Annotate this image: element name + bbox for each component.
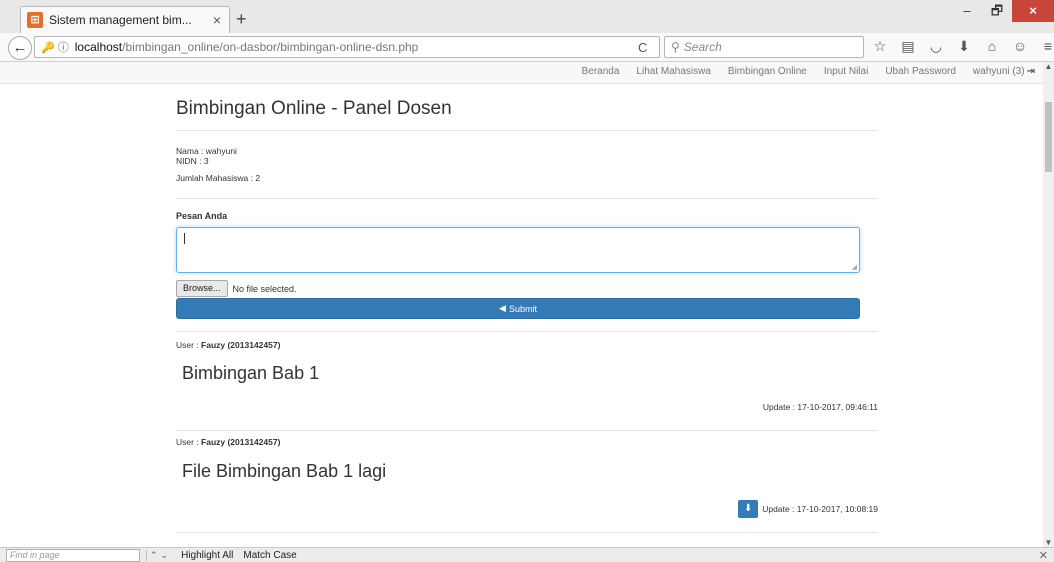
nav-user[interactable]: wahyuni (3) [973,66,1025,77]
post-user-name: Fauzy (2013142457) [201,340,281,350]
post-footer: ⬇ Update : 17-10-2017, 10:08:19 [738,500,878,518]
post-user-prefix: User : [176,437,202,447]
send-icon: ◀ [499,303,506,313]
url-bar[interactable]: 🔑 ⓘ localhost/bimbingan_online/on-dasbor… [34,36,660,58]
page-scrollbar[interactable]: ▲ ▼ [1043,62,1054,547]
pocket-icon[interactable]: ◡ [928,38,944,55]
post-title: Bimbingan Bab 1 [182,363,320,383]
scroll-up-icon[interactable]: ▲ [1043,62,1054,71]
tab-title: Sistem management bim... [49,13,192,27]
browser-navbar: ← 🔑 ⓘ localhost/bimbingan_online/on-dasb… [0,33,1054,62]
account-icon[interactable]: ☺ [1012,38,1028,55]
lecturer-name: Nama : wahyuni [176,146,237,156]
scroll-thumb[interactable] [1045,102,1052,172]
page-viewport: Beranda Lihat Mahasiswa Bimbingan Online… [0,62,1043,547]
post-user-prefix: User : [176,340,202,350]
post-user-name: Fauzy (2013142457) [201,437,281,447]
download-attachment-icon[interactable]: ⬇ [738,500,759,518]
post-footer: Update : 17-10-2017, 09:46:11 [763,402,878,412]
search-input[interactable]: ⚲ Search [664,36,864,58]
divider [176,198,878,199]
browser-tabbar: ⊞ Sistem management bim... × + – 🗗 × [0,0,1054,33]
browser-tab[interactable]: ⊞ Sistem management bim... × [20,6,230,33]
site-navbar: Beranda Lihat Mahasiswa Bimbingan Online… [0,62,1043,84]
text-caret [184,233,185,244]
divider [176,532,878,533]
nav-lihat-mahasiswa[interactable]: Lihat Mahasiswa [636,66,710,77]
find-prev-next-icon[interactable]: ⌃⌄ [146,549,171,561]
divider [176,130,878,131]
site-favicon-icon: ⊞ [27,12,43,28]
submit-label: Submit [508,303,537,314]
message-textarea[interactable]: ◢ [176,227,860,273]
browser-toolbar: ☆ ▤ ◡ ⬇ ⌂ ☺ ≡ [872,38,1054,55]
match-case-option[interactable]: Match Case [243,550,296,561]
post-update-time: Update : 17-10-2017, 10:08:19 [762,504,878,514]
divider [176,430,878,431]
find-close-icon[interactable]: ✕ [1039,549,1048,562]
restore-button[interactable]: 🗗 [982,0,1012,22]
new-tab-button[interactable]: + [236,9,247,30]
home-icon[interactable]: ⌂ [984,38,1000,55]
nav-beranda[interactable]: Beranda [582,66,620,77]
window-close-button[interactable]: × [1012,0,1054,22]
post-update-time: Update : 17-10-2017, 09:46:11 [762,402,878,412]
reload-icon[interactable]: C [638,40,647,55]
find-input[interactable]: Find in page [6,548,140,562]
post-title: File Bimbingan Bab 1 lagi [182,461,387,481]
find-bar: Find in page ⌃⌄ Highlight All Match Case… [0,547,1054,562]
reading-list-icon[interactable]: ▤ [900,38,916,55]
search-icon: ⚲ [671,40,680,54]
site-info-icon[interactable]: 🔑 ⓘ [41,39,69,55]
file-input: Browse... No file selected. [176,280,297,297]
student-count: Jumlah Mahasiswa : 2 [176,173,261,183]
page-title: Bimbingan Online - Panel Dosen [176,98,452,119]
lecturer-nidn: NIDN : 3 [176,156,209,166]
download-icon[interactable]: ⬇ [956,38,972,55]
nav-bimbingan-online[interactable]: Bimbingan Online [728,66,807,77]
scroll-down-icon[interactable]: ▼ [1043,538,1054,547]
logout-icon[interactable]: ⇥ [1027,66,1035,77]
nav-input-nilai[interactable]: Input Nilai [824,66,868,77]
divider [176,331,878,332]
submit-button[interactable]: ◀ Submit [176,298,860,319]
post-user: User : Fauzy (2013142457) [176,340,280,350]
tab-close-icon[interactable]: × [213,12,221,28]
post-user: User : Fauzy (2013142457) [176,437,280,447]
url-path: /bimbingan_online/on-dasbor/bimbingan-on… [122,40,419,54]
message-label: Pesan Anda [176,211,228,221]
search-placeholder: Search [683,40,722,54]
back-arrow-icon[interactable]: ← [8,36,32,60]
window-controls: – 🗗 × [952,0,1054,24]
url-host: localhost [74,40,123,54]
nav-ubah-password[interactable]: Ubah Password [885,66,956,77]
resize-grip-icon[interactable]: ◢ [852,263,857,271]
highlight-all-option[interactable]: Highlight All [181,550,233,561]
file-status: No file selected. [232,283,297,294]
menu-icon[interactable]: ≡ [1040,38,1054,55]
minimize-button[interactable]: – [952,0,982,22]
browse-button[interactable]: Browse... [176,280,228,297]
star-icon[interactable]: ☆ [872,38,888,55]
